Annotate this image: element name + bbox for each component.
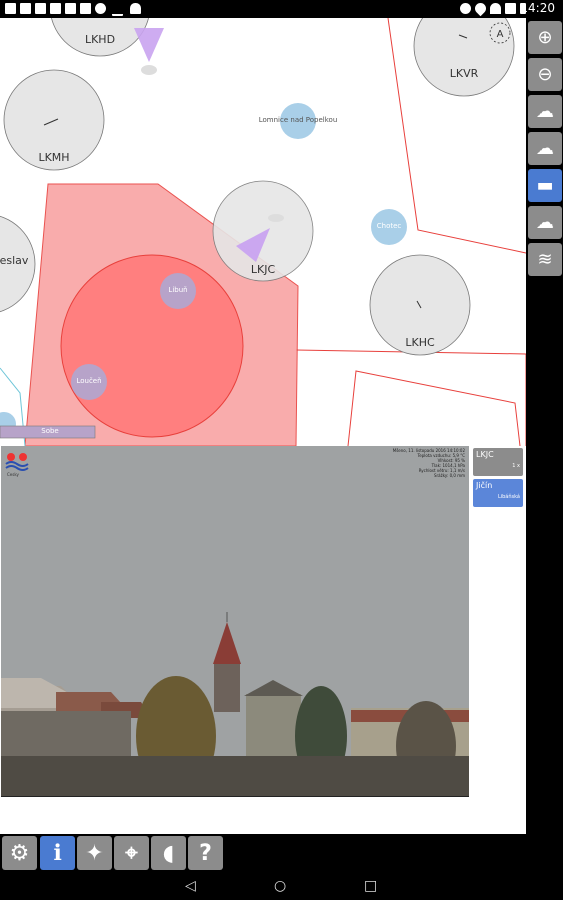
info-button[interactable]: ℹ <box>40 836 75 870</box>
webcam-list-sub: Libáňská <box>497 494 520 500</box>
border-line <box>347 370 521 446</box>
camera-icon <box>80 3 91 14</box>
home-button[interactable]: ○ <box>274 878 286 894</box>
back-button[interactable]: ◁ <box>185 878 196 894</box>
android-icon <box>130 3 141 14</box>
compass-letter: A <box>497 29 504 40</box>
weather-rain-button[interactable]: ☁ <box>528 95 562 128</box>
airport-label-lkhd[interactable]: LKHD <box>85 33 115 46</box>
town-label-libun[interactable]: Libuň <box>168 286 187 294</box>
data-saver-icon <box>95 3 106 14</box>
webcam-layer-button[interactable]: ▬ <box>528 169 562 202</box>
gallery-icon <box>65 3 76 14</box>
webcam-panel: Cesky Mšeno, 11. listopadu 2016 14:10:02… <box>0 446 526 834</box>
clock: 14:20 <box>520 1 555 15</box>
help-icon: ? <box>199 840 212 866</box>
town-label-chotec[interactable]: Chotec <box>377 222 402 230</box>
cloud-icon: ☁ <box>536 212 554 233</box>
webcam-scene <box>1 446 469 796</box>
wind-icon: ≋ <box>537 249 553 270</box>
recents-button[interactable]: □ <box>364 878 377 894</box>
town-label-loucen[interactable]: Loučeň <box>76 377 101 385</box>
image-icon <box>20 3 31 14</box>
wind-layer-button[interactable]: ≋ <box>528 243 562 276</box>
clouds-layer-button[interactable]: ☁ <box>528 206 562 239</box>
webcam-list-code: LKJC <box>476 450 494 459</box>
no-sim-icon <box>505 3 516 14</box>
location-icon <box>472 0 489 17</box>
webcam-icon: ▬ <box>536 175 554 196</box>
help-button[interactable]: ? <box>188 836 223 870</box>
webcam-list-code: Jičín <box>476 481 493 490</box>
webcam-image[interactable]: Cesky Mšeno, 11. listopadu 2016 14:10:02… <box>1 446 469 796</box>
status-bar: 14:20 <box>0 0 563 18</box>
webcam-logo-text: Cesky <box>7 472 19 477</box>
radio-icon: ◖ <box>162 840 175 866</box>
crosshair-icon: ⌖ <box>125 840 138 866</box>
airport-label-lkvr[interactable]: LKVR <box>450 67 479 80</box>
sim-icon <box>50 3 61 14</box>
webcam-info-overlay: Mšeno, 11. listopadu 2016 14:10:02 Teplo… <box>393 448 465 478</box>
zoom-in-button[interactable]: ⊕ <box>528 21 562 54</box>
bottom-toolbar: ⚙ ℹ ✦ ⌖ ◖ ? <box>0 834 563 872</box>
right-toolbar: ⊕ ⊖ ☁ ☁ ▬ ☁ ≋ <box>526 18 563 834</box>
aviation-map[interactable]: A LKHD LKMH LKVR LKJC LKHC eslav Lomnice… <box>0 18 526 446</box>
webcam-list: LKJC 1 x Jičín Libáňská <box>471 446 526 834</box>
vibrate-icon <box>460 3 471 14</box>
rain-cloud-icon: ☁ <box>536 101 554 122</box>
scale-label: Sobe <box>41 427 59 435</box>
compass-icon: ✦ <box>85 840 104 866</box>
hd-icon <box>35 3 46 14</box>
airport-label-lkhc[interactable]: LKHC <box>405 336 434 349</box>
zoom-in-icon: ⊕ <box>537 27 553 48</box>
info-icon: ℹ <box>53 840 62 866</box>
webcam-marker-lkhd <box>134 28 164 62</box>
overlay-line: Srážky: 0,0 mm <box>433 473 465 478</box>
webcam-logo: Cesky <box>5 451 29 477</box>
webcam-list-item-jicin[interactable]: Jičín Libáňská <box>473 479 523 507</box>
gear-icon: ⚙ <box>9 840 30 866</box>
storm-cloud-icon: ☁ <box>536 138 554 159</box>
webcam-list-sub: 1 x <box>512 463 520 469</box>
airport-label-lkjc[interactable]: LKJC <box>251 263 275 276</box>
airport-label-lkmh[interactable]: LKMH <box>38 151 69 164</box>
airport-label-west[interactable]: eslav <box>0 254 28 267</box>
webcam-list-item-lkjc[interactable]: LKJC 1 x <box>473 448 523 476</box>
zoom-out-icon: ⊖ <box>537 64 553 85</box>
compass-button[interactable]: ✦ <box>77 836 112 870</box>
town-label-lomnice[interactable]: Lomnice nad Popelkou <box>259 116 338 124</box>
radio-button[interactable]: ◖ <box>151 836 186 870</box>
zoom-out-button[interactable]: ⊖ <box>528 58 562 91</box>
gps-button[interactable]: ⌖ <box>114 836 149 870</box>
weather-lightning-button[interactable]: ☁ <box>528 132 562 165</box>
system-nav-bar: ◁ ○ □ <box>0 872 563 900</box>
facebook-icon <box>5 3 16 14</box>
activity-icon <box>112 3 123 16</box>
webcam-marker-base <box>268 214 284 222</box>
wifi-icon <box>490 3 501 14</box>
webcam-marker-base <box>141 65 157 75</box>
settings-button[interactable]: ⚙ <box>2 836 37 870</box>
danger-zone <box>60 254 244 438</box>
